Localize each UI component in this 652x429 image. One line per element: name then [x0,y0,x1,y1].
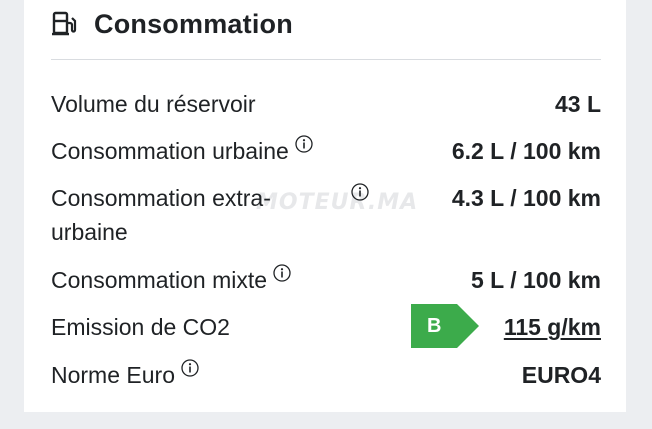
spec-label-wrap: Consommation urbaine [51,134,313,168]
section-header: Consommation [52,6,293,42]
spec-value: 43 L [554,91,601,117]
section-title: Consommation [94,8,293,39]
spec-label-wrap: Norme Euro [51,358,199,392]
spec-value: 4.3 L / 100 km [451,185,601,211]
energy-class-badge: B [411,304,479,348]
fuel-pump-icon [52,10,80,38]
spec-value: 6.2 L / 100 km [451,138,601,164]
spec-label-line2: urbaine [51,219,128,245]
info-icon[interactable] [181,359,199,377]
divider [51,59,601,60]
info-icon[interactable] [273,264,291,282]
consommation-card: Consommation MOTEUR.MA Volume du réservo… [24,0,626,412]
energy-class-letter: B [427,315,442,337]
watermark-logo: MOTEUR.MA [256,190,419,215]
info-icon[interactable] [295,135,313,153]
spec-label-wrap: Consommation extra- urbaine [51,181,271,249]
spec-value: 5 L / 100 km [471,267,601,293]
spec-label-line1: Consommation extra- [51,185,271,211]
spec-label-wrap: Consommation mixte [51,263,291,297]
spec-label: Emission de CO2 [51,314,230,340]
co2-value-link[interactable]: 115 g/km [504,310,601,344]
spec-label: Consommation urbaine [51,138,289,164]
spec-label: Consommation mixte [51,267,268,293]
spec-label: Norme Euro [51,362,175,388]
spec-label: Volume du réservoir [51,91,256,117]
info-icon[interactable] [351,183,369,201]
spec-value: EURO4 [521,362,601,388]
